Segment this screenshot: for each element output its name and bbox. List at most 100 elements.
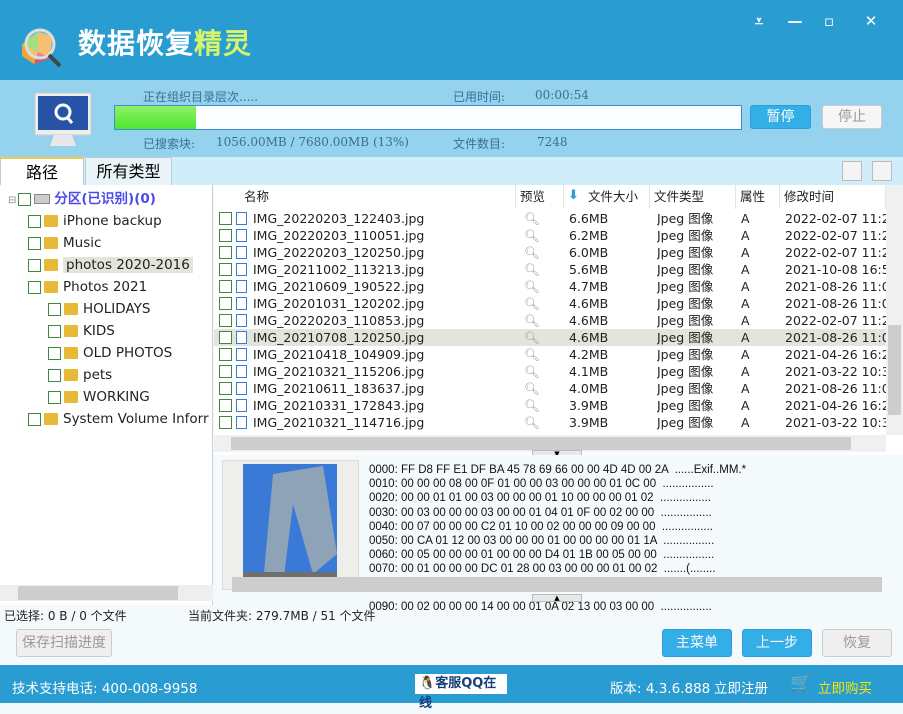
- preview-magnifier-icon[interactable]: 🔍︎: [524, 363, 540, 380]
- checkbox[interactable]: [28, 280, 41, 294]
- checkbox[interactable]: [219, 280, 232, 293]
- checkbox[interactable]: [48, 368, 61, 382]
- col-name[interactable]: 名称: [214, 185, 516, 209]
- file-row[interactable]: IMG_20210611_183637.jpg 🔍︎ 4.0MB Jpeg 图像 A 20…: [214, 380, 886, 397]
- checkbox[interactable]: [219, 382, 232, 395]
- folder-icon: [64, 369, 78, 381]
- checkbox[interactable]: [28, 214, 41, 228]
- checkbox[interactable]: [28, 236, 41, 250]
- file-row[interactable]: IMG_20220203_110853.jpg 🔍︎ 4.6MB Jpeg 图像 A 20…: [214, 312, 886, 329]
- tab-all-types[interactable]: 所有类型: [85, 157, 172, 185]
- preview-magnifier-icon[interactable]: 🔍︎: [524, 261, 540, 278]
- recover-button[interactable]: 恢复: [822, 629, 892, 657]
- preview-magnifier-icon[interactable]: 🔍︎: [524, 295, 540, 312]
- tree-node[interactable]: KIDS: [48, 320, 115, 342]
- file-row[interactable]: IMG_20210708_120250.jpg 🔍︎ 4.6MB Jpeg 图像 A 20…: [214, 329, 886, 346]
- preview-magnifier-icon[interactable]: 🔍︎: [524, 227, 540, 244]
- tree-node[interactable]: HOLIDAYS: [48, 298, 150, 320]
- file-row[interactable]: IMG_20201031_120202.jpg 🔍︎ 4.6MB Jpeg 图像 A 20…: [214, 295, 886, 312]
- preview-magnifier-icon[interactable]: 🔍︎: [524, 380, 540, 397]
- checkbox[interactable]: [48, 390, 61, 404]
- tree-node[interactable]: WORKING: [48, 386, 150, 408]
- preview-magnifier-icon[interactable]: 🔍︎: [524, 329, 540, 346]
- close-icon[interactable]: ✕: [860, 12, 882, 32]
- checkbox[interactable]: [219, 348, 232, 361]
- grid-view-icon[interactable]: [842, 161, 862, 181]
- file-row[interactable]: IMG_20210418_104909.jpg 🔍︎ 4.2MB Jpeg 图像 A 20…: [214, 346, 886, 363]
- checkbox[interactable]: [219, 331, 232, 344]
- checkbox[interactable]: [48, 302, 61, 316]
- preview-magnifier-icon[interactable]: 🔍︎: [524, 244, 540, 261]
- checkbox[interactable]: [219, 365, 232, 378]
- col-preview[interactable]: 预览: [516, 185, 564, 209]
- back-button[interactable]: 上一步: [742, 629, 812, 657]
- file-name: IMG_20220203_110051.jpg: [253, 228, 425, 243]
- tree-scrollbar[interactable]: [0, 585, 213, 601]
- preview-magnifier-icon[interactable]: 🔍︎: [524, 397, 540, 414]
- file-row[interactable]: IMG_20220203_110051.jpg 🔍︎ 6.2MB Jpeg 图像 A 20…: [214, 227, 886, 244]
- checkbox[interactable]: [219, 314, 232, 327]
- list-view-icon[interactable]: [872, 161, 892, 181]
- cart-icon: 🛒: [790, 673, 812, 693]
- checkbox[interactable]: [48, 324, 61, 338]
- file-row[interactable]: IMG_20210321_114716.jpg 🔍︎ 3.9MB Jpeg 图像 A 20…: [214, 414, 886, 431]
- file-row[interactable]: IMG_20211002_113213.jpg 🔍︎ 5.6MB Jpeg 图像 A 20…: [214, 261, 886, 278]
- folder-tree: ⊟ 分区(已识别)(0) iPhone backup Music photos 2020…: [0, 185, 213, 605]
- tree-node[interactable]: photos 2020-2016: [28, 254, 193, 276]
- jpeg-file-icon: [236, 365, 247, 378]
- minimize-icon[interactable]: —: [784, 12, 806, 32]
- preview-magnifier-icon[interactable]: 🔍︎: [524, 312, 540, 329]
- file-row[interactable]: IMG_20210331_172843.jpg 🔍︎ 3.9MB Jpeg 图像 A 20…: [214, 397, 886, 414]
- file-row[interactable]: IMG_20220203_122403.jpg 🔍︎ 6.6MB Jpeg 图像 A 20…: [214, 210, 886, 227]
- tab-path[interactable]: 路径: [0, 157, 84, 185]
- pause-button[interactable]: 暂停: [750, 105, 811, 129]
- checkbox[interactable]: [219, 212, 232, 225]
- menu-icon[interactable]: ⩡: [748, 12, 770, 32]
- tree-node[interactable]: Music: [28, 232, 101, 254]
- tree-node[interactable]: ⊟ 分区(已识别)(0): [8, 188, 156, 210]
- tree-node[interactable]: Photos 2021: [28, 276, 147, 298]
- checkbox[interactable]: [48, 346, 61, 360]
- col-type[interactable]: 文件类型: [650, 185, 736, 209]
- checkbox[interactable]: [219, 263, 232, 276]
- checkbox[interactable]: [28, 258, 41, 272]
- jpeg-file-icon: [236, 399, 247, 412]
- stop-button[interactable]: 停止: [822, 105, 882, 129]
- checkbox[interactable]: [18, 192, 32, 206]
- qq-support-button[interactable]: 🐧客服QQ在线: [415, 674, 507, 711]
- maximize-icon[interactable]: ▫: [818, 12, 840, 32]
- checkbox[interactable]: [219, 399, 232, 412]
- preview-magnifier-icon[interactable]: 🔍︎: [524, 414, 540, 431]
- list-vscrollbar[interactable]: [886, 185, 903, 435]
- preview-magnifier-icon[interactable]: 🔍︎: [524, 346, 540, 363]
- file-row[interactable]: IMG_20210609_190522.jpg 🔍︎ 4.7MB Jpeg 图像 A 20…: [214, 278, 886, 295]
- file-mtime: 2022-02-07 11:24: [785, 228, 886, 243]
- register-link[interactable]: 立即注册: [714, 677, 768, 697]
- main-menu-button[interactable]: 主菜单: [662, 629, 732, 657]
- file-type: Jpeg 图像: [657, 296, 714, 311]
- checkbox[interactable]: [219, 416, 232, 429]
- col-mtime[interactable]: 修改时间: [780, 185, 886, 209]
- tree-node[interactable]: iPhone backup: [28, 210, 162, 232]
- save-scan-button[interactable]: 保存扫描进度: [16, 629, 112, 657]
- checkbox[interactable]: [28, 412, 41, 426]
- expander-icon[interactable]: ⊟: [8, 195, 16, 206]
- tree-node[interactable]: pets: [48, 364, 112, 386]
- tree-node[interactable]: System Volume Inforr: [28, 408, 209, 430]
- buy-link[interactable]: 立即购买: [818, 677, 872, 697]
- file-size: 6.6MB: [569, 211, 609, 226]
- col-attr[interactable]: 属性: [736, 185, 780, 209]
- version: 版本: 4.3.6.888: [610, 681, 711, 697]
- hex-hscrollbar[interactable]: [232, 577, 882, 592]
- splitter-up-icon[interactable]: ▲: [532, 594, 582, 602]
- checkbox[interactable]: [219, 246, 232, 259]
- checkbox[interactable]: [219, 297, 232, 310]
- file-name: IMG_20220203_110853.jpg: [253, 313, 425, 328]
- preview-magnifier-icon[interactable]: 🔍︎: [524, 210, 540, 227]
- checkbox[interactable]: [219, 229, 232, 242]
- preview-magnifier-icon[interactable]: 🔍︎: [524, 278, 540, 295]
- file-row[interactable]: IMG_20220203_120250.jpg 🔍︎ 6.0MB Jpeg 图像 A 20…: [214, 244, 886, 261]
- file-row[interactable]: IMG_20210321_115206.jpg 🔍︎ 4.1MB Jpeg 图像 A 20…: [214, 363, 886, 380]
- tree-label: Music: [63, 235, 102, 251]
- tree-node[interactable]: OLD PHOTOS: [48, 342, 172, 364]
